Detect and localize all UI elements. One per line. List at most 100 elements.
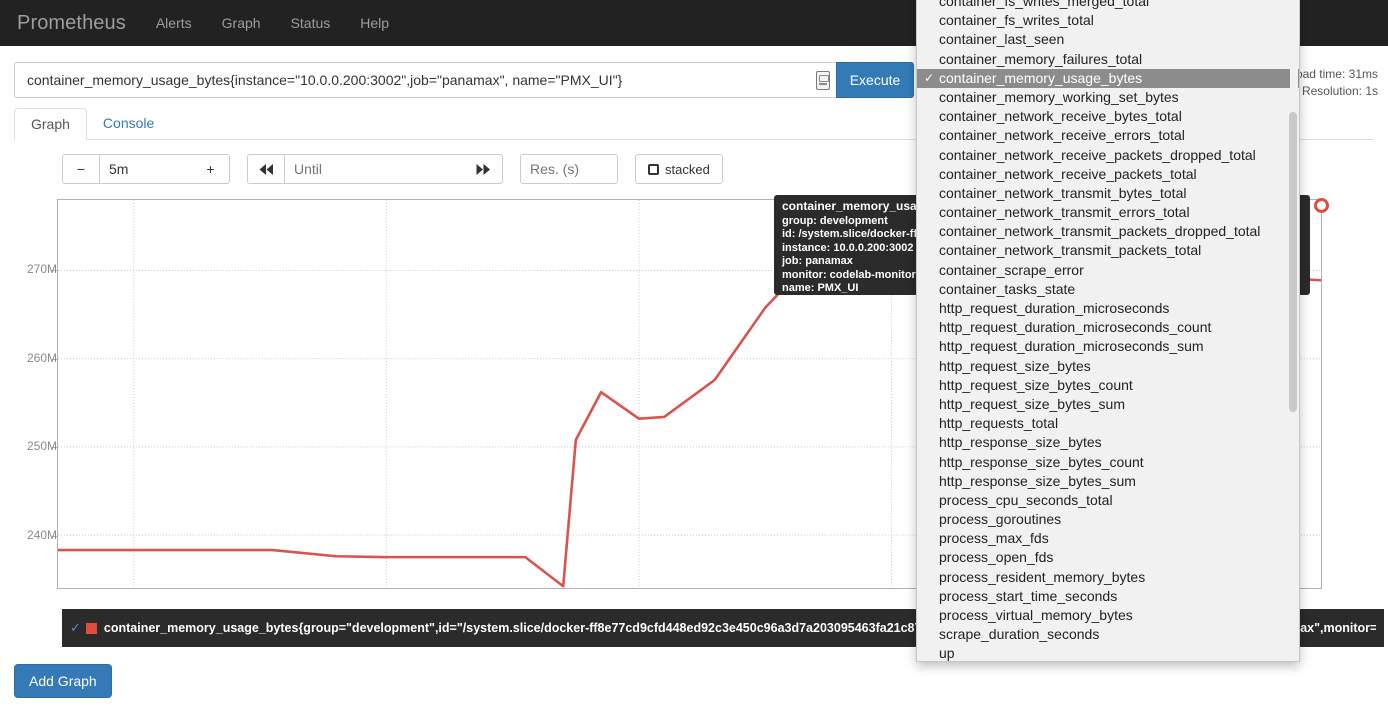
legend-check-icon: ✓ (70, 620, 81, 635)
y-axis-tick-label: 260M (26, 350, 57, 365)
metric-item-process-max-fds[interactable]: process_max_fds (917, 529, 1299, 548)
metric-item-up[interactable]: up (917, 644, 1299, 661)
load-info: Load time: 31ms Resolution: 1s (1289, 66, 1378, 100)
metric-item-label: container_scrape_error (939, 261, 1084, 278)
metric-item-http-response-size-bytes-count[interactable]: http_response_size_bytes_count (917, 453, 1299, 472)
y-axis-tick-label: 270M (26, 261, 57, 276)
until-input[interactable] (285, 154, 465, 184)
metric-item-label: http_requests_total (939, 415, 1059, 432)
range-increase-button[interactable]: + (192, 154, 230, 184)
nav-link-graph[interactable]: Graph (207, 0, 276, 46)
metric-item-label: http_request_duration_microseconds (939, 300, 1170, 316)
graph-controls: − + stacked (62, 154, 723, 184)
tooltip-key-monitor: monitor: (782, 268, 830, 281)
metric-item-container-memory-usage-bytes[interactable]: ✓ container_memory_usage_bytes (917, 68, 1299, 88)
fast-forward-icon (476, 163, 490, 175)
metric-item-http-request-size-bytes-count[interactable]: http_request_size_bytes_count (917, 376, 1299, 395)
nav-link-alerts[interactable]: Alerts (141, 0, 207, 46)
metric-item-http-request-size-bytes[interactable]: http_request_size_bytes (917, 357, 1299, 376)
metric-item-label: container_last_seen (939, 31, 1065, 48)
tooltip-key-id: id: (782, 228, 799, 240)
metric-item-process-virtual-memory-bytes[interactable]: process_virtual_memory_bytes (917, 606, 1299, 625)
tooltip-key-name: name: (782, 282, 818, 294)
dropdown-scrollbar-thumb[interactable] (1289, 112, 1297, 412)
check-icon: ✓ (924, 70, 935, 85)
metric-item-label: process_resident_memory_bytes (939, 568, 1146, 585)
range-decrease-button[interactable]: − (62, 154, 100, 184)
metric-item-container-scrape-error[interactable]: container_scrape_error (917, 261, 1299, 280)
metric-item-process-start-time-seconds[interactable]: process_start_time_seconds (917, 587, 1299, 606)
metric-item-container-memory-failures-total[interactable]: container_memory_failures_total (917, 50, 1299, 69)
tab-graph[interactable]: Graph (14, 108, 87, 140)
metric-item-label: container_network_receive_errors_total (939, 127, 1185, 144)
metric-item-label: container_memory_usage_bytes (939, 69, 1143, 86)
rewind-icon (259, 163, 273, 175)
stacked-checkbox-icon (648, 163, 659, 175)
metric-item-label: container_fs_writes_total (939, 12, 1094, 29)
y-axis-tick-label: 250M (26, 439, 57, 454)
metric-item-http-requests-total[interactable]: http_requests_total (917, 414, 1299, 433)
metrics-dropdown[interactable]: container_fs_writes_merged_total containe… (916, 0, 1300, 662)
metric-item-process-open-fds[interactable]: process_open_fds (917, 548, 1299, 567)
metric-item-container-network-receive-errors-total[interactable]: container_network_receive_errors_total (917, 126, 1299, 145)
metric-item-label: container_network_receive_bytes_total (939, 108, 1182, 125)
metrics-list-icon[interactable] (816, 71, 830, 90)
tooltip-value-group: development (819, 214, 888, 227)
metric-item-container-tasks-state[interactable]: container_tasks_state (917, 280, 1299, 299)
metric-item-container-network-receive-packets-total[interactable]: container_network_receive_packets_total (917, 165, 1299, 184)
metric-item-container-network-receive-bytes-total[interactable]: container_network_receive_bytes_total (917, 107, 1299, 126)
metric-item-container-network-transmit-packets-dropped-total[interactable]: container_network_transmit_packets_dropp… (917, 222, 1299, 241)
metric-item-container-memory-working-set-bytes[interactable]: container_memory_working_set_bytes (917, 88, 1299, 107)
range-input[interactable] (100, 154, 192, 184)
stacked-label: stacked (665, 161, 710, 177)
nav-link-help[interactable]: Help (345, 0, 404, 46)
legend-color-swatch (85, 622, 97, 634)
metric-item-http-request-duration-microseconds-sum[interactable]: http_request_duration_microseconds_sum (917, 337, 1299, 356)
metric-item-label: container_network_receive_packets_droppe… (939, 146, 1256, 163)
resolution-input[interactable] (520, 154, 618, 184)
metric-item-label: container_fs_writes_merged_total (939, 0, 1150, 9)
metric-item-container-network-receive-packets-dropped-total[interactable]: container_network_receive_packets_droppe… (917, 146, 1299, 165)
execute-button[interactable]: Execute (836, 62, 914, 98)
metric-item-label: container_network_transmit_packets_dropp… (939, 223, 1261, 240)
metric-item-container-network-transmit-packets-total[interactable]: container_network_transmit_packets_total (917, 241, 1299, 260)
nav-link-status[interactable]: Status (276, 0, 346, 46)
metric-item-label: process_goroutines (939, 511, 1062, 528)
metric-item-process-cpu-seconds-total[interactable]: process_cpu_seconds_total (917, 491, 1299, 510)
range-control-group: − + (62, 154, 230, 184)
dropdown-scrollbar[interactable] (1289, 0, 1298, 661)
tooltip-value-job: panamax (805, 255, 853, 267)
metric-item-http-response-size-bytes[interactable]: http_response_size_bytes (917, 433, 1299, 452)
metric-item-process-resident-memory-bytes[interactable]: process_resident_memory_bytes (917, 568, 1299, 587)
brand-prometheus[interactable]: Prometheus (2, 0, 141, 46)
metric-item-label: process_virtual_memory_bytes (939, 607, 1133, 623)
time-forward-button[interactable] (465, 154, 503, 184)
tooltip-value-instance: 10.0.0.200:3002 (833, 241, 914, 254)
metric-item-container-fs-writes-merged-total[interactable]: container_fs_writes_merged_total (917, 0, 1299, 11)
add-graph-button[interactable]: Add Graph (14, 664, 112, 698)
metric-item-scrape-duration-seconds[interactable]: scrape_duration_seconds (917, 625, 1299, 644)
metric-item-http-request-duration-microseconds-count[interactable]: http_request_duration_microseconds_count (917, 318, 1299, 337)
query-input[interactable] (15, 63, 836, 97)
metric-item-process-goroutines[interactable]: process_goroutines (917, 510, 1299, 529)
metric-item-container-fs-writes-total[interactable]: container_fs_writes_total (917, 11, 1299, 30)
metric-item-label: http_request_size_bytes_count (939, 376, 1133, 393)
time-backward-button[interactable] (247, 154, 285, 184)
tooltip-value-monitor: codelab-monitor (829, 268, 916, 281)
metric-item-container-network-transmit-errors-total[interactable]: container_network_transmit_errors_total (917, 203, 1299, 222)
metric-item-label: scrape_duration_seconds (939, 626, 1100, 643)
metric-item-container-last-seen[interactable]: container_last_seen (917, 30, 1299, 49)
stacked-toggle[interactable]: stacked (635, 154, 723, 184)
metric-item-http-request-size-bytes-sum[interactable]: http_request_size_bytes_sum (917, 395, 1299, 414)
metric-item-label: http_response_size_bytes_count (939, 453, 1144, 470)
tooltip-key-instance: instance: (782, 241, 834, 254)
metric-item-label: process_max_fds (939, 530, 1049, 547)
metric-item-http-request-duration-microseconds[interactable]: http_request_duration_microseconds (917, 299, 1299, 318)
metric-item-http-response-size-bytes-sum[interactable]: http_response_size_bytes_sum (917, 472, 1299, 491)
tooltip-key-group: group: (782, 214, 820, 227)
metric-item-label: container_network_receive_packets_total (939, 165, 1197, 182)
tab-console[interactable]: Console (87, 108, 170, 139)
metric-item-container-network-transmit-bytes-total[interactable]: container_network_transmit_bytes_total (917, 184, 1299, 203)
metric-item-label: container_memory_failures_total (939, 50, 1143, 67)
metric-item-label: container_tasks_state (939, 280, 1076, 297)
